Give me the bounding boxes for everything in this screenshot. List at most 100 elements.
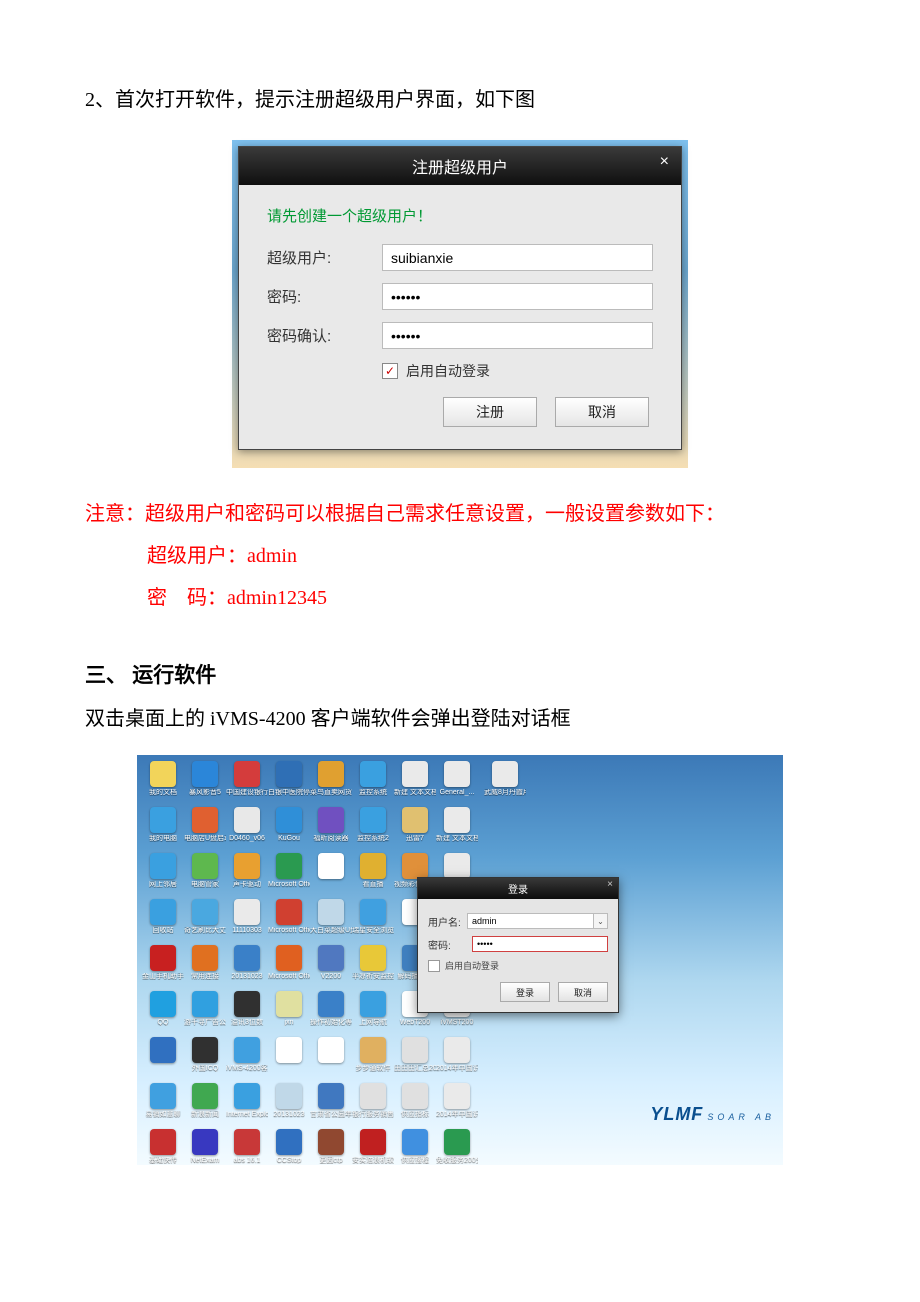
- desktop-icon[interactable]: [143, 1037, 183, 1083]
- superuser-input[interactable]: [382, 244, 653, 271]
- desktop-icon[interactable]: 金山手机助手: [143, 945, 183, 991]
- cancel-button[interactable]: 取消: [555, 397, 649, 427]
- desktop-icon[interactable]: 平凉祈安监控: [353, 945, 393, 991]
- desktop-icon[interactable]: 迅雷7: [395, 807, 435, 853]
- login-button[interactable]: 登录: [500, 982, 550, 1002]
- desktop-icon[interactable]: 20131023: [227, 945, 267, 991]
- desktop-icon[interactable]: 新浪新闻: [185, 1083, 225, 1129]
- desktop-icon[interactable]: 暴风影音5: [185, 761, 225, 807]
- app-icon: [276, 1129, 302, 1155]
- desktop-icon[interactable]: CCStop: [269, 1129, 309, 1165]
- desktop-icon[interactable]: 奇艺刷比大丈: [185, 899, 225, 945]
- username-input[interactable]: [467, 913, 594, 929]
- desktop-icon-label: 奇艺刷比大丈: [184, 927, 226, 934]
- desktop-icon[interactable]: [311, 1037, 351, 1083]
- desktop-icon[interactable]: 网上邻居: [143, 853, 183, 899]
- desktop-icon[interactable]: 武威8月丹霞用报销: [485, 761, 525, 796]
- desktop-icon[interactable]: General_...: [437, 761, 477, 807]
- desktop-icon[interactable]: 电脑店U盘启动制作工: [185, 807, 225, 853]
- desktop-icon-label: 操作初始化等周...: [310, 1019, 352, 1026]
- desktop-icon[interactable]: 步步通软件: [353, 1037, 393, 1083]
- app-icon: [360, 1129, 386, 1155]
- desktop-icon[interactable]: 声卡驱动: [227, 853, 267, 899]
- desktop-icon[interactable]: 安实浩浪机软件器...: [353, 1129, 393, 1165]
- desktop-icon[interactable]: iVMS-4200客户端: [227, 1037, 267, 1083]
- desktop-icon[interactable]: KuGou: [269, 807, 309, 853]
- desktop-icon[interactable]: 菜鸟直卖网货源欢: [311, 761, 351, 807]
- auto-login-checkbox[interactable]: ✓: [382, 363, 398, 379]
- register-button[interactable]: 注册: [443, 397, 537, 427]
- desktop-icon-label: 中国建设银行盾护: [226, 789, 268, 796]
- desktop-icon-label: 2014年中国识别计: [436, 1065, 478, 1072]
- desktop-icon[interactable]: 中国建设银行盾护: [227, 761, 267, 807]
- app-icon: [276, 991, 302, 1017]
- desktop-icon[interactable]: 20131023: [269, 1083, 309, 1129]
- password-label: 密码:: [267, 286, 382, 307]
- desktop-icon[interactable]: 更因ctp: [311, 1129, 351, 1165]
- desktop-icon[interactable]: 福昕阅读器: [311, 807, 351, 853]
- desktop-icon[interactable]: [269, 1037, 309, 1083]
- desktop-icon[interactable]: 免收服务200分...: [437, 1129, 477, 1165]
- desktop-icon[interactable]: 供应指标: [395, 1083, 435, 1129]
- desktop-icon[interactable]: Microsoft Office: [269, 899, 309, 945]
- desktop-icon[interactable]: 电脑管家: [185, 853, 225, 899]
- desktop-icon[interactable]: QQ: [143, 991, 183, 1037]
- cancel-button[interactable]: 取消: [558, 982, 608, 1002]
- desktop-icon[interactable]: 上网导航: [353, 991, 393, 1037]
- desktop-icon[interactable]: NetExam: [185, 1129, 225, 1165]
- desktop-icon-label: QQ: [142, 1019, 184, 1026]
- desktop-icon[interactable]: Microsoft Office P: [269, 945, 309, 991]
- desktop-icon[interactable]: 监控系统2: [353, 807, 393, 853]
- check-icon: ✓: [385, 365, 395, 377]
- desktop-icon-label: 易销如意聊: [142, 1111, 184, 1118]
- chevron-down-icon[interactable]: ⌄: [594, 913, 608, 929]
- desktop-icon[interactable]: 白银中医院停车场: [269, 761, 309, 807]
- auto-login-checkbox[interactable]: [428, 960, 440, 972]
- desktop-icon[interactable]: 回收站: [143, 899, 183, 945]
- desktop-icon[interactable]: 基础快传: [143, 1129, 183, 1165]
- desktop-icon[interactable]: 2014年中国识别计: [437, 1083, 477, 1129]
- confirm-password-input[interactable]: [382, 322, 653, 349]
- app-icon: [360, 991, 386, 1017]
- desktop-icon-label: 我的电脑: [142, 835, 184, 842]
- desktop-icon[interactable]: 游千寻广告公司客户端: [185, 991, 225, 1037]
- desktop-icon[interactable]: 溢讯3位数: [227, 991, 267, 1037]
- desktop-icon[interactable]: D0460_v06: [227, 807, 267, 853]
- desktop-icon[interactable]: 看直播: [353, 853, 393, 899]
- desktop-icon-label: 溢讯3位数: [226, 1019, 268, 1026]
- desktop-icon[interactable]: 银行服务销售经: [353, 1083, 393, 1129]
- desktop-icon[interactable]: 2014年中国识别计: [437, 1037, 477, 1083]
- desktop-icon[interactable]: jxn: [269, 991, 309, 1037]
- desktop-icon[interactable]: 11110303: [227, 899, 267, 945]
- app-icon: [192, 991, 218, 1017]
- close-icon[interactable]: ×: [607, 879, 613, 890]
- desktop-icon[interactable]: 常用连接: [185, 945, 225, 991]
- desktop-icon[interactable]: 我的电脑: [143, 807, 183, 853]
- desktop-icon-label: 更因ctp: [310, 1157, 352, 1164]
- desktop-icon[interactable]: 监控系统: [353, 761, 393, 807]
- desktop-icon[interactable]: 大白菜超级U盘启动盘: [311, 899, 351, 945]
- desktop-icon[interactable]: 瑞星安全浏览器: [353, 899, 393, 945]
- desktop-icon[interactable]: abs 16.1: [227, 1129, 267, 1165]
- close-icon[interactable]: ×: [660, 153, 669, 171]
- password-input[interactable]: [472, 936, 608, 952]
- desktop-icon[interactable]: V2200: [311, 945, 351, 991]
- desktop-icon[interactable]: Internet Explorer: [227, 1083, 267, 1129]
- desktop-icon[interactable]: Microsoft Office...: [269, 853, 309, 899]
- app-icon: [360, 807, 386, 833]
- desktop-icon-label: 步步通软件: [352, 1065, 394, 1072]
- desktop-icon[interactable]: 供应搜程: [395, 1129, 435, 1165]
- desktop-icon[interactable]: 新建 文本文档: [395, 761, 435, 807]
- desktop-icon[interactable]: [311, 853, 351, 899]
- password-input[interactable]: [382, 283, 653, 310]
- desktop-icon-label: abs 16.1: [226, 1157, 268, 1164]
- desktop-icon[interactable]: 易销如意聊: [143, 1083, 183, 1129]
- desktop-icon[interactable]: 外国ICQ: [185, 1037, 225, 1083]
- desktop-icon[interactable]: 田田田汇总2013...: [395, 1037, 435, 1083]
- desktop-icon[interactable]: 我的文档: [143, 761, 183, 807]
- desktop-icon[interactable]: 操作初始化等周...: [311, 991, 351, 1037]
- desktop-icon[interactable]: 新建 文本文档 (3): [437, 807, 477, 853]
- desktop-icon-label: CCStop: [268, 1157, 310, 1164]
- desktop-icon[interactable]: 甘肃省公园年审审: [311, 1083, 351, 1129]
- app-icon: [150, 1037, 176, 1063]
